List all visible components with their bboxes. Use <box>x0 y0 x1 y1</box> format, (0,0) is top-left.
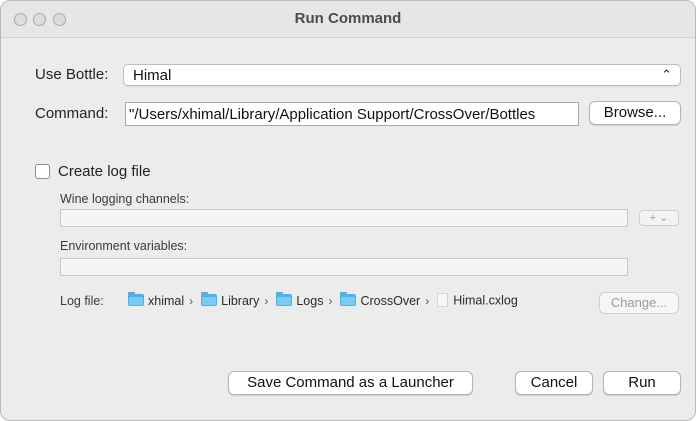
env-variables-label: Environment variables: <box>60 239 188 253</box>
window-title: Run Command <box>294 10 402 27</box>
env-variables-input[interactable] <box>60 258 628 276</box>
create-log-label: Create log file <box>58 163 151 180</box>
title-bar: Run Command <box>1 1 695 38</box>
bottle-select-value: Himal <box>133 67 172 84</box>
path-separator-icon: › <box>425 294 430 308</box>
folder-icon <box>201 292 218 307</box>
path-separator-icon: › <box>264 294 269 308</box>
command-input-value: "/Users/xhimal/Library/Application Suppo… <box>129 106 536 123</box>
path-crumb-library: Library <box>198 292 259 309</box>
folder-icon <box>128 292 144 307</box>
folder-icon <box>276 292 293 307</box>
run-command-window: Run Command Use Bottle: Himal ⌃ Command:… <box>0 0 696 421</box>
log-file-path: xhimal › Library › Logs › CrossOver › Himal.cxlo… <box>125 292 518 311</box>
path-crumb-logs: Logs <box>273 292 323 309</box>
cancel-button[interactable]: Cancel <box>515 371 593 395</box>
path-crumb-xhimal: xhimal <box>125 292 184 309</box>
path-crumb-file: Himal.cxlog <box>434 293 518 309</box>
use-bottle-label: Use Bottle: <box>35 66 109 83</box>
save-as-launcher-button[interactable]: Save Command as a Launcher <box>228 371 473 395</box>
bottle-select[interactable]: Himal ⌃ <box>123 64 681 86</box>
path-separator-icon: › <box>189 294 194 308</box>
add-channel-button[interactable]: + ⌄ <box>639 210 679 226</box>
create-log-checkbox[interactable] <box>35 164 50 179</box>
path-crumb-crossover: CrossOver <box>337 292 420 309</box>
command-label: Command: <box>35 105 109 122</box>
folder-icon <box>340 292 357 307</box>
chevron-updown-icon: ⌃ <box>661 67 672 82</box>
command-input[interactable]: "/Users/xhimal/Library/Application Suppo… <box>125 102 579 126</box>
wine-channels-label: Wine logging channels: <box>60 192 190 206</box>
file-icon <box>437 293 449 307</box>
run-button[interactable]: Run <box>603 371 681 395</box>
change-log-file-button[interactable]: Change... <box>599 292 679 314</box>
path-separator-icon: › <box>328 294 333 308</box>
log-file-label: Log file: <box>60 294 104 308</box>
wine-channels-input[interactable] <box>60 209 628 227</box>
browse-button[interactable]: Browse... <box>589 101 681 125</box>
